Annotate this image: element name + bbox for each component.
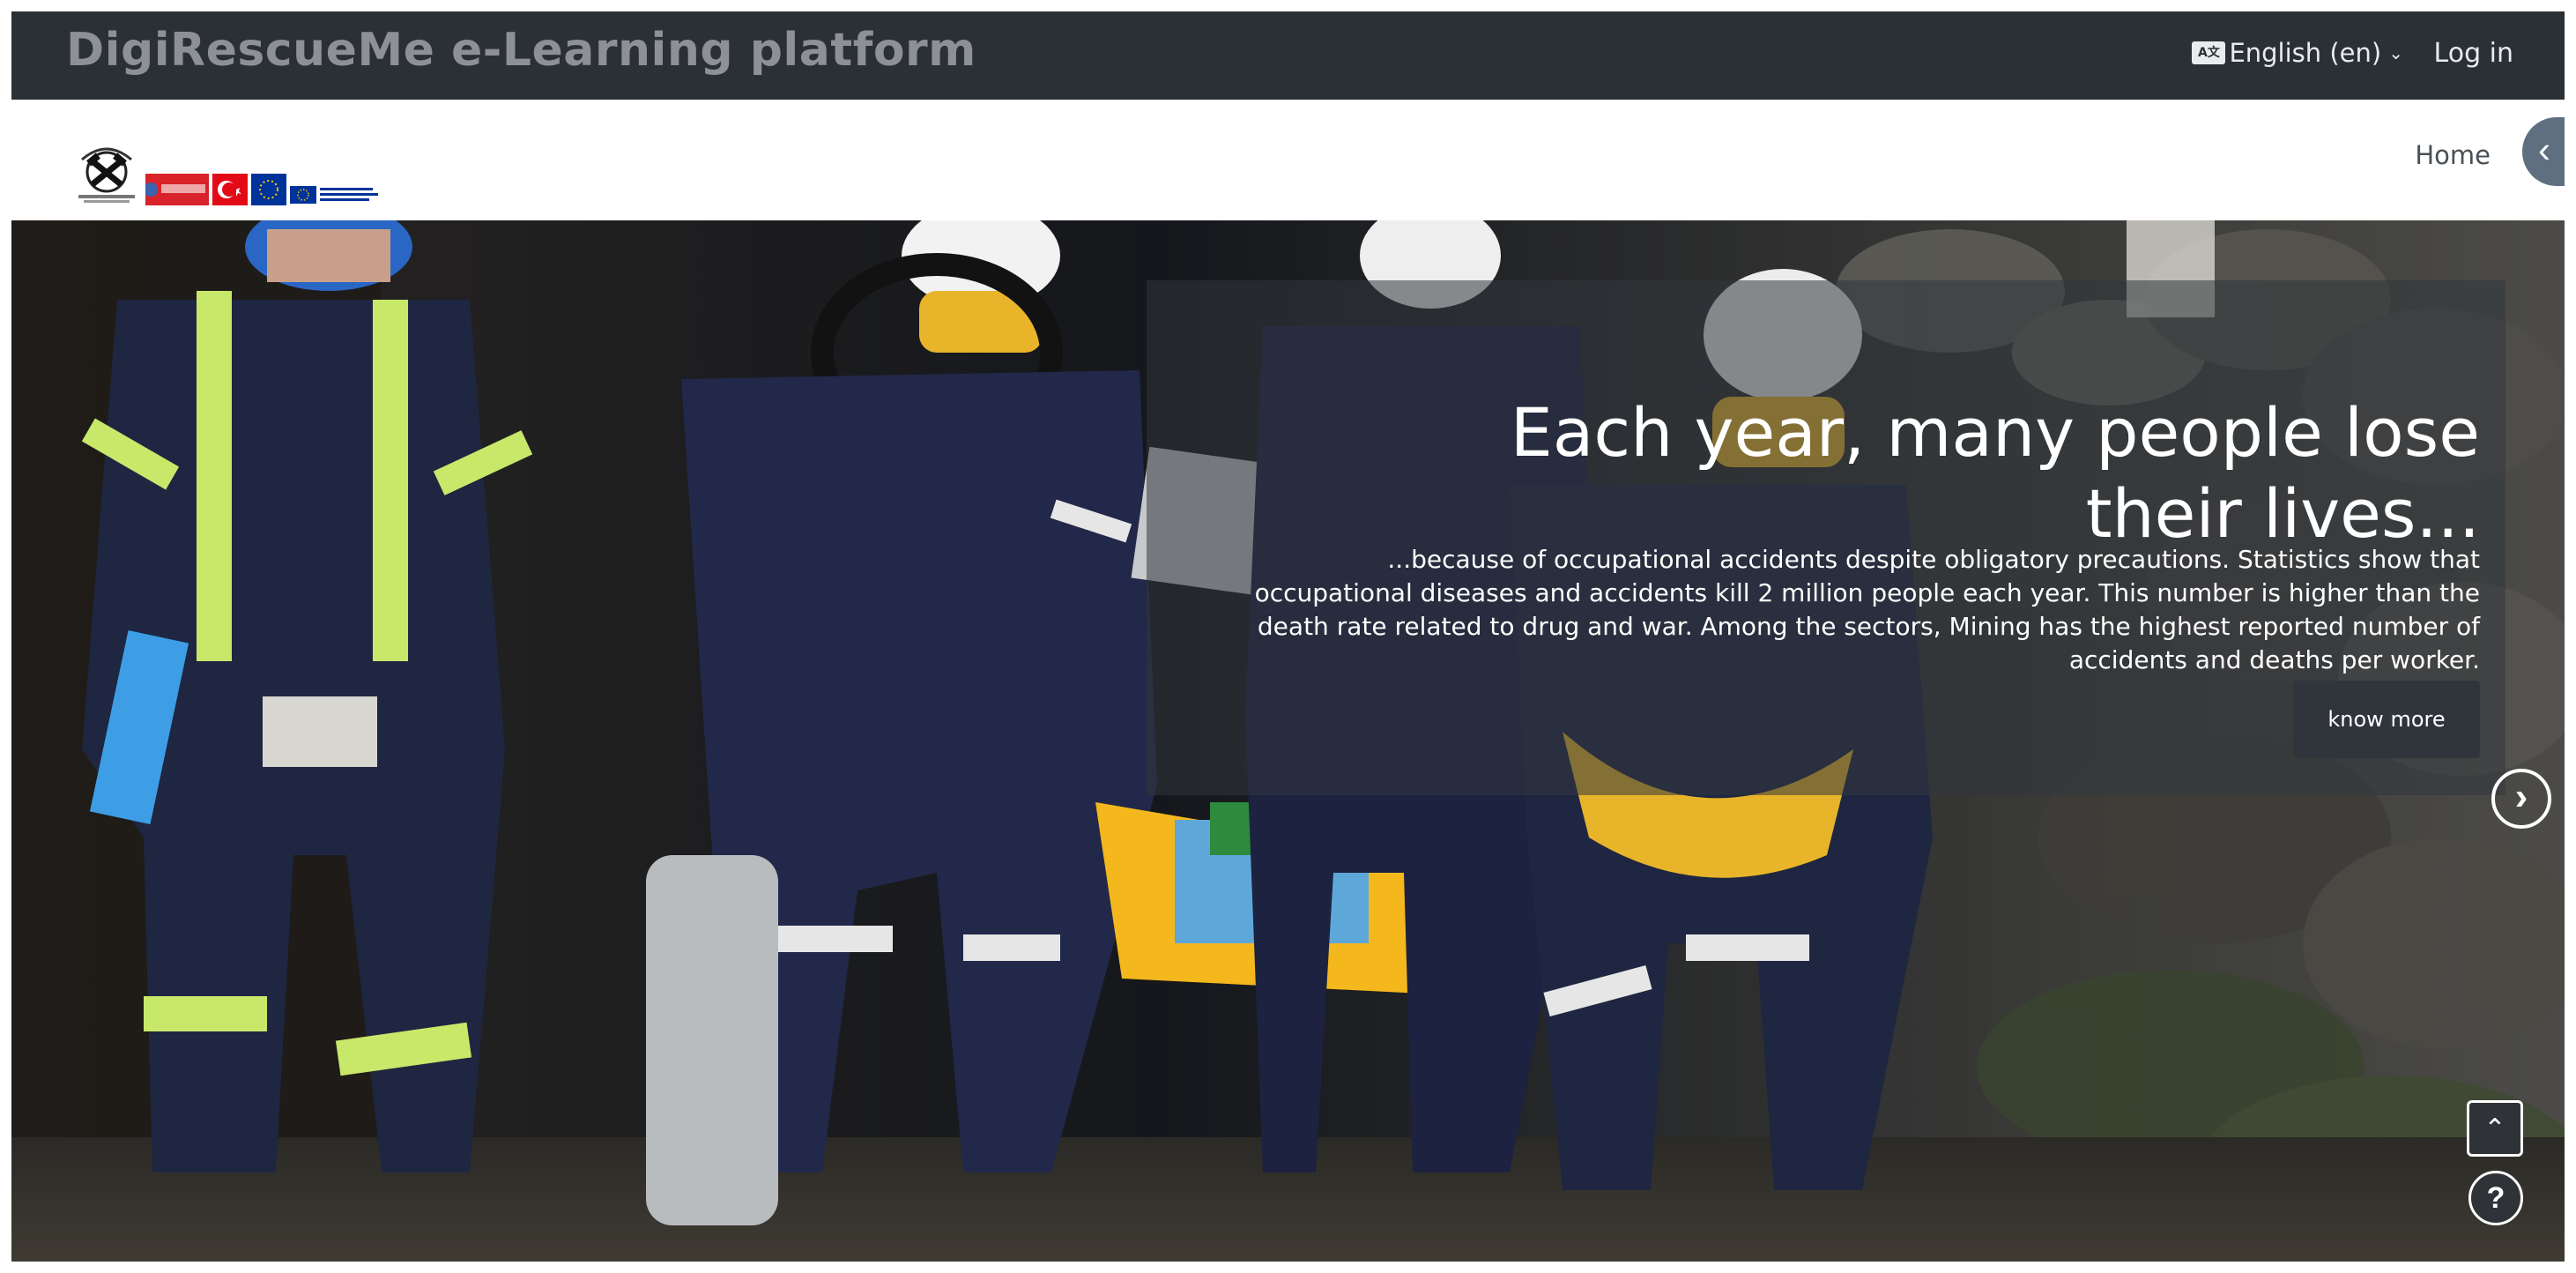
language-icon: A文 bbox=[2192, 41, 2226, 64]
digirescueme-logo bbox=[78, 147, 135, 203]
secondary-navbar: Home ‹ bbox=[11, 100, 2565, 220]
chevron-down-icon: ⌄ bbox=[2388, 42, 2403, 63]
home-link[interactable]: Home bbox=[2415, 140, 2491, 170]
language-label: English (en) bbox=[2229, 38, 2382, 68]
drawer-toggle-button[interactable]: ‹ bbox=[2522, 117, 2565, 186]
chevron-right-icon: › bbox=[2514, 775, 2528, 818]
scroll-to-top-button[interactable]: ⌃ bbox=[2467, 1100, 2523, 1157]
erasmus-cofunded-logo bbox=[290, 186, 378, 204]
eu-flag-logo bbox=[251, 174, 286, 205]
page-frame: DigiRescueMe e-Learning platform A文 Engl… bbox=[11, 11, 2565, 1262]
turkey-flag-logo bbox=[212, 174, 248, 205]
help-button[interactable]: ? bbox=[2468, 1171, 2523, 1225]
partner-flag-logos bbox=[145, 174, 209, 205]
carousel-caption-title: Each year, many people lose their lives.… bbox=[1510, 393, 2480, 554]
language-menu[interactable]: A文 English (en) ⌄ bbox=[2192, 38, 2403, 68]
top-navbar: DigiRescueMe e-Learning platform A文 Engl… bbox=[11, 11, 2565, 100]
question-icon: ? bbox=[2486, 1181, 2505, 1215]
partner-logos[interactable] bbox=[71, 137, 382, 205]
chevron-left-icon: ‹ bbox=[2538, 129, 2550, 170]
site-title[interactable]: DigiRescueMe e-Learning platform bbox=[66, 24, 976, 77]
carousel-next-button[interactable]: › bbox=[2491, 769, 2551, 829]
carousel-caption-text: ...because of occupational accidents des… bbox=[1254, 545, 2480, 674]
chevron-up-icon: ⌃ bbox=[2483, 1114, 2506, 1143]
know-more-button[interactable]: know more bbox=[2293, 681, 2480, 758]
login-link[interactable]: Log in bbox=[2434, 38, 2513, 69]
hero-carousel: Each year, many people lose their lives.… bbox=[11, 220, 2565, 1262]
